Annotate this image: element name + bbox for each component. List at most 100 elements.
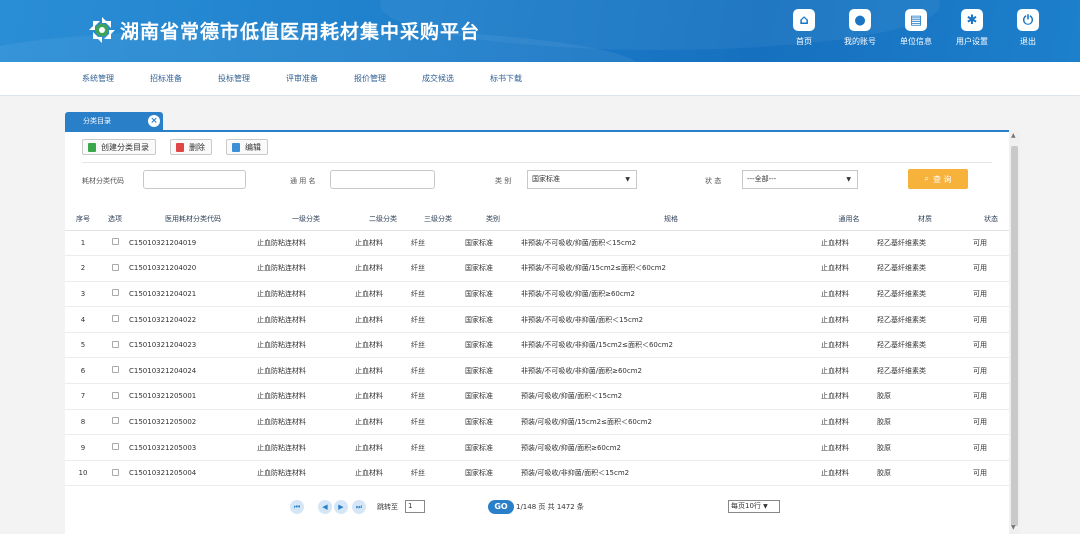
home-icon: ⌂ <box>793 9 815 31</box>
next-page-icon[interactable]: ▶ <box>334 500 348 514</box>
row-level2: 止血材料 <box>355 230 411 257</box>
row-level3: 纤丝 <box>411 306 465 333</box>
row-level1: 止血防粘连材料 <box>257 357 355 385</box>
edit-button[interactable]: 编辑 <box>226 139 268 155</box>
row-level2: 止血材料 <box>355 255 411 282</box>
row-level1: 止血防粘连材料 <box>257 230 355 257</box>
row-status: 可用 <box>973 383 1009 410</box>
table-row[interactable]: 3 C15010321204021 止血防粘连材料 止血材料 纤丝 国家标准 非预装/不可吸… <box>65 281 1009 308</box>
home-button[interactable]: ⌂ 首页 <box>776 9 832 59</box>
status-select[interactable]: ---全部--- ▼ <box>742 170 858 189</box>
close-icon[interactable]: × <box>148 115 160 127</box>
row-spec: 非预装/不可吸收/非抑菌/面积＜15cm2 <box>521 306 821 333</box>
nav-quote-management[interactable]: 报价管理 <box>354 73 386 84</box>
table-row[interactable]: 7 C15010321205001 止血防粘连材料 止血材料 纤丝 国家标准 预装/可吸收/… <box>65 383 1009 410</box>
nav-review-preparation[interactable]: 评审准备 <box>286 73 318 84</box>
nav-system-management[interactable]: 系统管理 <box>82 73 114 84</box>
delete-label: 删除 <box>189 142 205 152</box>
table-row[interactable]: 10 C15010321205004 止血防粘连材料 止血材料 纤丝 国家标准 预装/可吸收… <box>65 460 1009 487</box>
row-checkbox[interactable] <box>111 340 119 348</box>
create-category-button[interactable]: 创建分类目录 <box>82 139 156 155</box>
row-spec: 预装/可吸收/非抑菌/面积＜15cm2 <box>521 460 821 487</box>
row-generic-name: 止血材料 <box>821 230 877 257</box>
unit-info-button[interactable]: ▤ 单位信息 <box>888 9 944 59</box>
category-select[interactable]: 国家标准 ▼ <box>527 170 637 189</box>
first-page-icon[interactable]: ⏮ <box>290 500 304 514</box>
row-generic-name: 止血材料 <box>821 357 877 385</box>
row-generic-name: 止血材料 <box>821 409 877 436</box>
nav-bid-management[interactable]: 投标管理 <box>218 73 250 84</box>
row-level2: 止血材料 <box>355 460 411 487</box>
row-material: 胶原 <box>877 434 973 461</box>
row-no: 10 <box>65 460 101 487</box>
name-input[interactable] <box>330 170 435 189</box>
prev-page-icon[interactable]: ◀ <box>318 500 332 514</box>
table-row[interactable]: 9 C15010321205003 止血防粘连材料 止血材料 纤丝 国家标准 预装/可吸收/… <box>65 434 1009 461</box>
code-label: 耗材分类代码 <box>82 177 124 185</box>
row-checkbox[interactable] <box>111 263 119 271</box>
edit-label: 编辑 <box>245 142 261 152</box>
row-checkbox[interactable] <box>111 366 119 374</box>
row-level3: 纤丝 <box>411 357 465 385</box>
nav-deal-candidates[interactable]: 成交候选 <box>422 73 454 84</box>
row-checkbox[interactable] <box>111 417 119 425</box>
row-category: 国家标准 <box>465 332 521 359</box>
row-level2: 止血材料 <box>355 409 411 436</box>
row-checkbox[interactable] <box>111 443 119 451</box>
row-level2: 止血材料 <box>355 281 411 308</box>
row-level3: 纤丝 <box>411 281 465 308</box>
my-account-button[interactable]: ● 我的账号 <box>832 9 888 59</box>
top-header: 湖南省常德市低值医用耗材集中采购平台 ⌂ 首页 ● 我的账号 ▤ 单位信息 ✱ … <box>0 0 1080 62</box>
row-checkbox[interactable] <box>111 315 119 323</box>
row-generic-name: 止血材料 <box>821 383 877 410</box>
row-no: 6 <box>65 357 101 385</box>
logout-button[interactable]: ⏻ 退出 <box>1000 9 1056 59</box>
table-row[interactable]: 1 C15010321204019 止血防粘连材料 止血材料 纤丝 国家标准 非预装/不可吸… <box>65 230 1009 257</box>
unit-info-label: 单位信息 <box>900 37 932 46</box>
row-code: C15010321204023 <box>129 332 257 359</box>
scroll-up-icon[interactable]: ▲ <box>1011 132 1016 139</box>
nav-tender-preparation[interactable]: 招标准备 <box>150 73 182 84</box>
row-level3: 纤丝 <box>411 332 465 359</box>
edit-icon <box>232 142 240 152</box>
delete-button[interactable]: 删除 <box>170 139 212 155</box>
row-material: 羟乙基纤维素类 <box>877 255 973 282</box>
user-settings-button[interactable]: ✱ 用户设置 <box>944 9 1000 59</box>
row-code: C15010321204021 <box>129 281 257 308</box>
scroll-down-icon[interactable]: ▼ <box>1011 524 1016 531</box>
col-level2: 二级分类 <box>355 208 411 231</box>
row-generic-name: 止血材料 <box>821 434 877 461</box>
jump-page-input[interactable]: 1 <box>405 500 425 513</box>
vertical-scrollbar[interactable]: ▲ ▼ <box>1009 130 1020 534</box>
row-no: 5 <box>65 332 101 359</box>
jump-label: 跳转至 <box>377 503 398 511</box>
table-row[interactable]: 6 C15010321204024 止血防粘连材料 止血材料 纤丝 国家标准 非预装/不可吸… <box>65 357 1009 385</box>
page-size-select[interactable]: 每页10行 ▼ <box>728 500 780 513</box>
action-toolbar: 创建分类目录 删除 编辑 <box>82 139 282 155</box>
row-no: 3 <box>65 281 101 308</box>
row-select <box>101 255 129 282</box>
table-row[interactable]: 4 C15010321204022 止血防粘连材料 止血材料 纤丝 国家标准 非预装/不可吸… <box>65 306 1009 333</box>
scrollbar-thumb[interactable] <box>1011 146 1018 526</box>
row-checkbox[interactable] <box>111 289 119 297</box>
row-checkbox[interactable] <box>111 468 119 476</box>
row-checkbox[interactable] <box>111 238 119 246</box>
name-label: 通 用 名 <box>290 177 316 185</box>
row-level2: 止血材料 <box>355 434 411 461</box>
table-row[interactable]: 5 C15010321204023 止血防粘连材料 止血材料 纤丝 国家标准 非预装/不可吸… <box>65 332 1009 359</box>
row-category: 国家标准 <box>465 255 521 282</box>
row-level1: 止血防粘连材料 <box>257 255 355 282</box>
row-checkbox[interactable] <box>111 391 119 399</box>
row-code: C15010321205003 <box>129 434 257 461</box>
table-row[interactable]: 2 C15010321204020 止血防粘连材料 止血材料 纤丝 国家标准 非预装/不可吸… <box>65 255 1009 282</box>
chevron-down-icon: ▼ <box>625 176 630 183</box>
search-button[interactable]: ⌕ 查 询 <box>908 169 968 189</box>
tab-category-catalog[interactable]: 分类目录 × <box>65 112 163 130</box>
go-button[interactable]: GO <box>488 500 514 514</box>
last-page-icon[interactable]: ⏭ <box>352 500 366 514</box>
row-status: 可用 <box>973 357 1009 385</box>
row-no: 4 <box>65 306 101 333</box>
code-input[interactable] <box>143 170 246 189</box>
table-row[interactable]: 8 C15010321205002 止血防粘连材料 止血材料 纤丝 国家标准 预装/可吸收/… <box>65 409 1009 436</box>
nav-document-download[interactable]: 标书下载 <box>490 73 522 84</box>
